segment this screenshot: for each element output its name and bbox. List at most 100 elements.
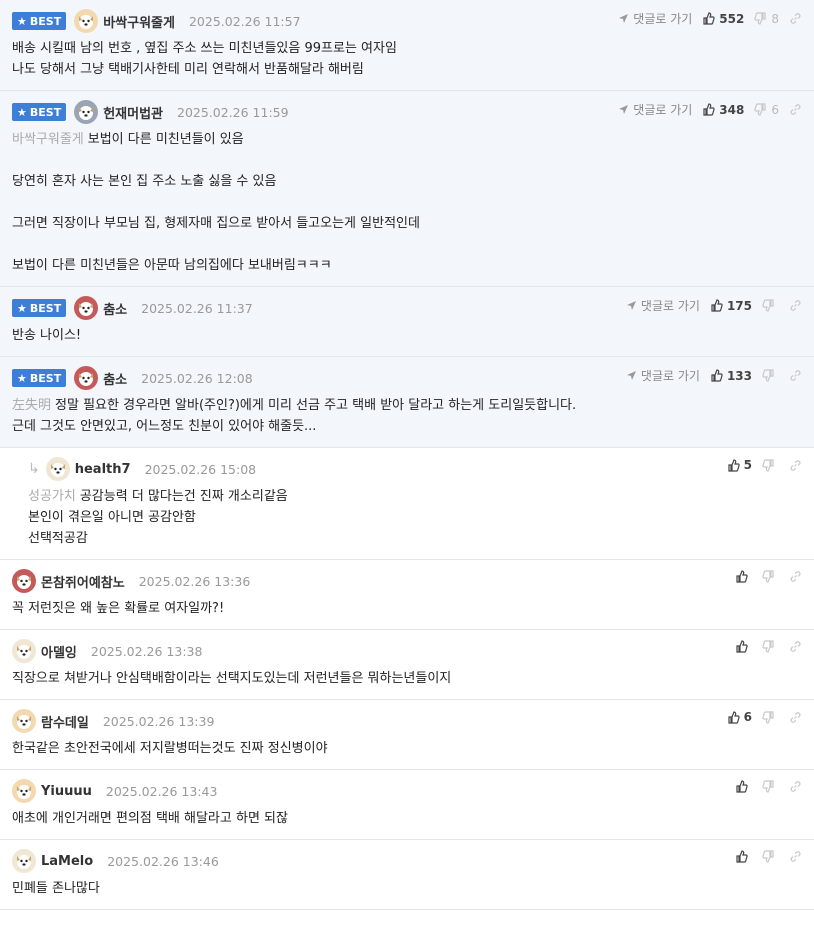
comment-body: 꼭 저런짓은 왜 높은 확률로 여자일까?! <box>12 598 800 619</box>
comment-body: 배송 시킬때 남의 번호 , 옆집 주소 쓰는 미친년들있음 99프로는 여자임… <box>12 38 800 80</box>
thumbs-down-icon <box>762 710 775 724</box>
comment-author[interactable]: 춤소 <box>103 369 127 388</box>
like-button[interactable]: 133 <box>710 369 752 383</box>
comment-time: 2025.02.26 11:57 <box>188 13 301 29</box>
comment-line: 당연히 혼자 사는 본인 집 주소 노출 싫을 수 있음 <box>12 174 277 189</box>
comment-line: 근데 그것도 안면있고, 어느정도 친분이 있어야 해줄듯... <box>12 419 317 434</box>
avatar[interactable] <box>45 457 70 481</box>
dislike-button[interactable] <box>762 780 779 793</box>
avatar[interactable] <box>12 849 36 873</box>
thumbs-up-icon <box>702 12 715 25</box>
comment-author[interactable]: 람수데일 <box>41 712 89 731</box>
dislike-button[interactable] <box>762 299 779 312</box>
avatar[interactable] <box>74 366 99 390</box>
comment-author[interactable]: 바싹구워줄게 <box>103 12 175 31</box>
like-button[interactable]: 175 <box>710 299 752 313</box>
send-icon <box>626 370 637 381</box>
comment-list: ★ BEST 바싹구워줄게 2025.02.26 11:57 댓글로 가기 552 8 배송 … <box>0 0 814 910</box>
comment-actions: 댓글로 가기 552 8 <box>618 10 802 27</box>
copy-link-button[interactable] <box>789 711 802 724</box>
comment-body: 바싹구워줄게 보법이 다른 미친년들이 있음당연히 혼자 사는 본인 집 주소 노… <box>12 129 800 276</box>
avatar[interactable] <box>12 569 36 593</box>
link-icon <box>789 640 802 653</box>
mention[interactable]: 左失明 <box>12 398 51 413</box>
comment-author[interactable]: Yiuuuu <box>41 784 92 799</box>
like-button[interactable] <box>735 570 752 583</box>
avatar[interactable] <box>12 639 36 663</box>
dislike-button[interactable] <box>762 458 779 472</box>
thumbs-down-icon <box>754 12 767 25</box>
comment-line: 나도 당해서 그냥 택배기사한테 미리 연락해서 반품해달라 해버림 <box>12 62 364 77</box>
thumbs-up-icon <box>727 458 740 472</box>
comment-line: 애초에 개인거래면 편의점 택배 해달라고 하면 되잖 <box>12 811 288 826</box>
star-icon: ★ <box>17 105 27 119</box>
comment-actions <box>735 850 802 863</box>
thumbs-up-icon <box>710 369 723 382</box>
thumbs-down-icon <box>762 458 775 472</box>
comment-header: 몬참쥐어예참노 2025.02.26 13:36 <box>12 569 800 593</box>
dislike-button[interactable]: 6 <box>754 103 779 117</box>
thumbs-up-icon <box>735 850 748 863</box>
comment-author[interactable]: health7 <box>75 462 131 477</box>
comment-header: 아델잉 2025.02.26 13:38 <box>12 639 800 663</box>
dislike-button[interactable] <box>762 850 779 863</box>
comment-line: 바싹구워줄게 보법이 다른 미친년들이 있음 <box>12 132 244 147</box>
comment-time: 2025.02.26 15:08 <box>144 461 257 477</box>
comment-time: 2025.02.26 13:46 <box>107 853 219 869</box>
reply-link[interactable]: 댓글로 가기 <box>618 10 692 27</box>
like-button[interactable] <box>735 850 752 863</box>
thumbs-up-icon <box>735 780 748 793</box>
best-badge: ★ BEST <box>12 369 67 387</box>
copy-link-button[interactable] <box>789 459 802 472</box>
copy-link-button[interactable] <box>789 570 802 583</box>
comment-line: 꼭 저런짓은 왜 높은 확률로 여자일까?! <box>12 601 225 616</box>
dislike-button[interactable] <box>762 570 779 583</box>
like-count: 5 <box>743 458 752 472</box>
comment-author[interactable]: LaMelo <box>41 854 93 869</box>
comment-line: 선택적공감 <box>28 531 88 546</box>
comment: Yiuuuu 2025.02.26 13:43 애초에 개인거래면 편의점 택배 해… <box>0 770 814 840</box>
like-button[interactable] <box>735 640 752 653</box>
copy-link-button[interactable] <box>789 299 802 312</box>
link-icon <box>789 103 802 116</box>
comment-line: 성공가치 공감능력 더 많다는건 진짜 개소리같음 <box>28 489 288 504</box>
dislike-button[interactable] <box>762 710 779 724</box>
copy-link-button[interactable] <box>789 12 802 25</box>
dislike-button[interactable] <box>762 369 779 382</box>
avatar[interactable] <box>12 779 36 803</box>
send-icon <box>626 300 637 311</box>
mention[interactable]: 바싹구워줄게 <box>12 132 84 147</box>
avatar[interactable] <box>74 9 99 33</box>
link-icon <box>789 459 802 472</box>
dislike-button[interactable]: 8 <box>754 12 779 26</box>
like-button[interactable]: 552 <box>702 12 744 26</box>
mention[interactable]: 성공가치 <box>28 489 76 504</box>
like-button[interactable]: 348 <box>702 103 744 117</box>
reply-link[interactable]: 댓글로 가기 <box>618 101 692 118</box>
copy-link-button[interactable] <box>789 640 802 653</box>
thumbs-up-icon <box>702 103 715 116</box>
comment-line: 보법이 다른 미친년들은 아문따 남의집에다 보내버림ㅋㅋㅋ <box>12 258 332 273</box>
comment-author[interactable]: 몬참쥐어예참노 <box>41 572 125 591</box>
comment-author[interactable]: 춤소 <box>103 299 127 318</box>
comment: LaMelo 2025.02.26 13:46 민폐들 존나많다 <box>0 840 814 910</box>
comment-line: 左失明 정말 필요한 경우라면 알바(주인?)에게 미리 선금 주고 택배 받아 … <box>12 398 577 413</box>
like-button[interactable]: 6 <box>727 710 752 724</box>
comment-author[interactable]: 아델잉 <box>41 642 77 661</box>
avatar[interactable] <box>74 296 99 320</box>
comment-line: 직장으로 쳐받거나 안심택배함이라는 선택지도있는데 저런년들은 뭐하는년들이지 <box>12 671 452 686</box>
like-button[interactable] <box>735 780 752 793</box>
thumbs-down-icon <box>762 369 775 382</box>
copy-link-button[interactable] <box>789 103 802 116</box>
copy-link-button[interactable] <box>789 369 802 382</box>
reply-link[interactable]: 댓글로 가기 <box>626 367 700 384</box>
avatar[interactable] <box>12 709 36 733</box>
dislike-button[interactable] <box>762 640 779 653</box>
comment-line: 배송 시킬때 남의 번호 , 옆집 주소 쓰는 미친년들있음 99프로는 여자임 <box>12 41 397 56</box>
copy-link-button[interactable] <box>789 780 802 793</box>
like-button[interactable]: 5 <box>727 458 752 472</box>
reply-link[interactable]: 댓글로 가기 <box>626 297 700 314</box>
avatar[interactable] <box>74 100 99 124</box>
comment-author[interactable]: 헌재머법관 <box>103 103 163 122</box>
copy-link-button[interactable] <box>789 850 802 863</box>
